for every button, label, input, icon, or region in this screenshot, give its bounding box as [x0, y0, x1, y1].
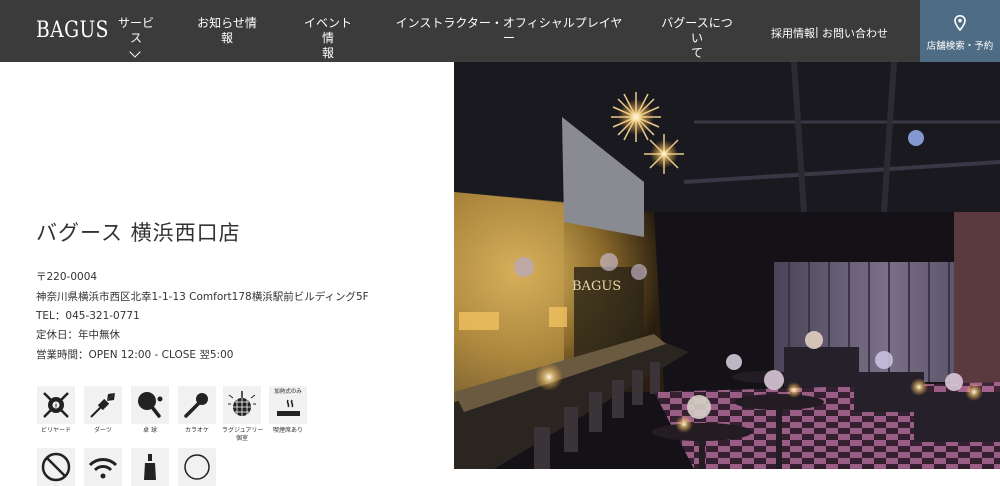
- facility-smoking: 加熱式のみ 喫煙席あり: [268, 386, 308, 435]
- nav-instructor[interactable]: インストラクター・オフィシャルプレイヤ ー: [395, 16, 623, 46]
- site-logo[interactable]: BAGUS: [36, 18, 109, 43]
- location-pin-icon: [954, 15, 966, 31]
- karaoke-icon: [184, 393, 208, 418]
- heated-only-label: 加熱式のみ: [274, 389, 302, 395]
- smoking-icon: [277, 399, 300, 416]
- chevron-down-icon[interactable]: [129, 46, 141, 58]
- svg-text:8: 8: [54, 404, 57, 410]
- closed-days: 定休日：年中無休: [36, 329, 120, 341]
- facility-no-smoking: [36, 448, 76, 486]
- nav-separator: |: [815, 25, 819, 38]
- facility-darts: ダーツ: [83, 386, 123, 435]
- postal-code: 〒220-0004: [36, 271, 98, 283]
- nav-contact[interactable]: お問い合わせ: [822, 25, 888, 41]
- facility-wifi: [83, 448, 123, 486]
- luxury-room-icon: [228, 391, 256, 416]
- store-address: 神奈川県横浜市西区北幸1-1-13 Comfort178横浜駅前ビルディング5F: [36, 291, 369, 303]
- site-header: BAGUS サービ ス お知らせ情 報 イベント情 報 インストラクター・オフィ…: [0, 0, 1000, 62]
- nav-service[interactable]: サービ ス: [116, 16, 156, 46]
- no-smoking-icon: [41, 452, 71, 482]
- iqos-icon: [184, 454, 210, 480]
- darts-icon: [90, 393, 115, 418]
- store-name: バグース 横浜西口店: [36, 221, 241, 245]
- nav-news[interactable]: お知らせ情 報: [196, 16, 258, 46]
- nav-event[interactable]: イベント情 報: [300, 16, 356, 61]
- facility-billiards: 8 ビリヤード: [36, 386, 76, 435]
- store-search-button[interactable]: 店舗検索・予約: [920, 0, 1000, 62]
- facility-karaoke: カラオケ: [177, 386, 217, 435]
- facility-drinks: [130, 448, 170, 486]
- wifi-icon: [88, 458, 118, 479]
- store-tel[interactable]: TEL：045-321-0771: [36, 308, 140, 323]
- nav-recruit[interactable]: 採用情報: [771, 25, 815, 41]
- store-info: バグース 横浜西口店 〒220-0004 神奈川県横浜市西区北幸1-1-13 C…: [0, 62, 454, 486]
- bottle-icon: [144, 454, 156, 480]
- business-hours: 営業時間：OPEN 12:00 - CLOSE 翌5:00: [36, 349, 234, 361]
- bagus-wall-sign: BAGUS: [572, 279, 621, 294]
- facility-table-tennis: 卓 球: [130, 386, 170, 435]
- facility-iqos: [177, 448, 217, 486]
- store-search-label: 店舗検索・予約: [926, 41, 994, 52]
- facility-luxury-room: ラグジュアリー 個室: [222, 386, 263, 443]
- nav-about[interactable]: バグースについ て: [656, 16, 738, 61]
- store-photo: BAGUS: [454, 62, 1000, 469]
- billiards-icon: 8: [43, 392, 69, 418]
- table-tennis-icon: [138, 392, 163, 418]
